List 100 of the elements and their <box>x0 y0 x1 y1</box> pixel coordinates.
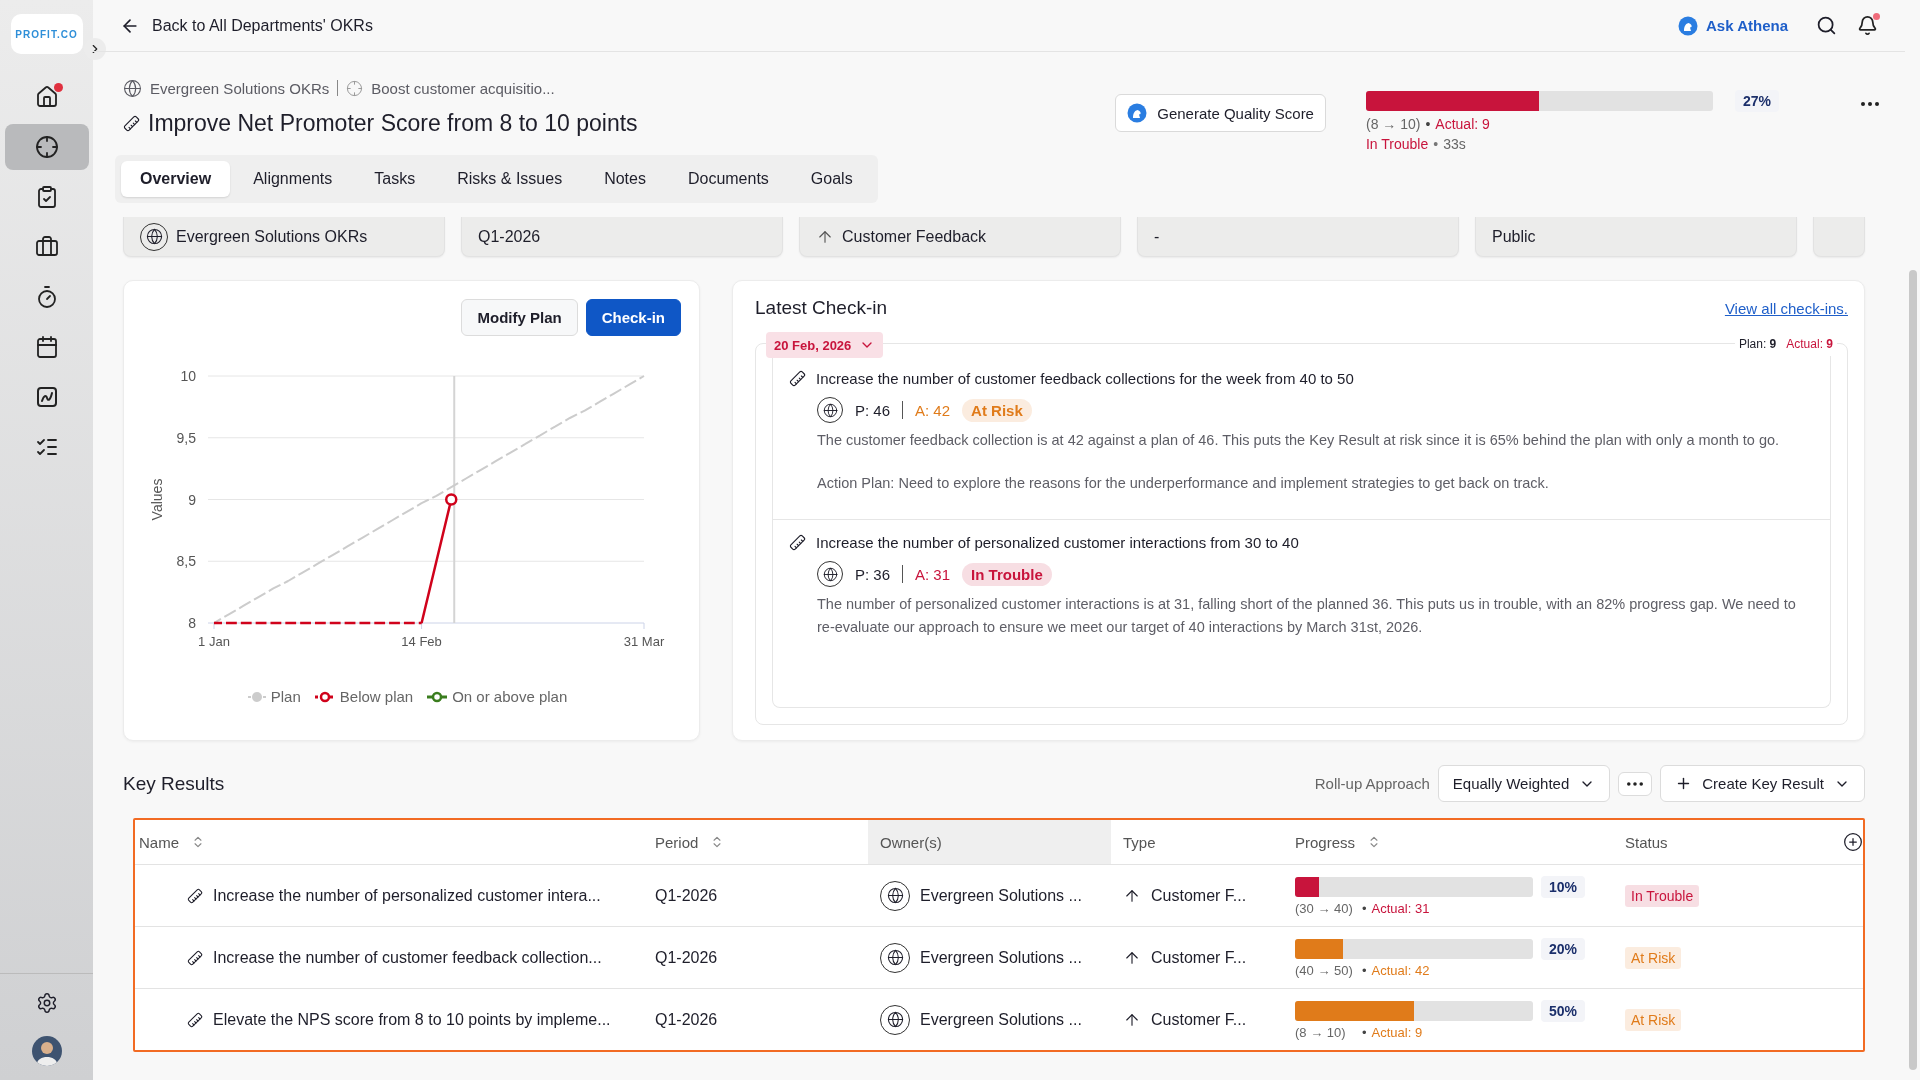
breadcrumb-link[interactable]: Boost customer acquisitio... <box>371 79 555 97</box>
range-text: (8 → 10) <box>1295 1024 1347 1040</box>
column-header[interactable]: Status <box>1613 820 1843 864</box>
table-cell: Evergreen Solutions ... <box>920 886 1082 905</box>
info-text: Customer Feedback <box>842 227 987 246</box>
modify-plan-button[interactable]: Modify Plan <box>461 299 578 336</box>
column-header[interactable]: Owner(s) <box>868 820 1111 864</box>
status-badge: At Risk <box>1625 1008 1682 1031</box>
scrollbar-thumb[interactable] <box>1909 270 1917 1070</box>
actual-value: Actual: 31 <box>1371 900 1430 916</box>
info-text: Evergreen Solutions OKRs <box>176 227 368 246</box>
axis-label: 8 <box>188 615 196 631</box>
table-cell: Customer F... <box>1151 886 1247 905</box>
add-column-icon[interactable] <box>1843 832 1863 852</box>
more-icon <box>1861 102 1879 106</box>
tab[interactable]: Alignments <box>234 161 352 197</box>
back-link[interactable]: Back to All Departments' OKRs <box>152 16 373 35</box>
actual-value: A: 31 <box>915 565 951 583</box>
axis-label: 1 Jan <box>198 634 230 649</box>
status-badge: In Trouble <box>1625 884 1700 907</box>
range-text: (8 → 10) <box>1365 116 1421 132</box>
status-text: In Trouble <box>1365 136 1429 152</box>
more-icon <box>1627 781 1644 786</box>
tab[interactable]: Risks & Issues <box>438 161 582 197</box>
info-text: - <box>1154 227 1160 246</box>
table-cell: Customer F... <box>1151 1010 1247 1029</box>
briefcase-icon <box>34 235 59 259</box>
rollup-label: Roll-up Approach <box>1314 775 1430 792</box>
page-title: Improve Net Promoter Score from 8 to 10 points <box>148 110 638 137</box>
section-title: Latest Check-in <box>755 297 887 319</box>
notification-dot <box>53 83 63 92</box>
check-in-note: Action Plan: Need to explore the reasons for the underperformance and implement strategies to get back on track. <box>817 474 1550 493</box>
actual-value: Actual: 9 <box>1435 116 1490 132</box>
plan-value: Plan: 9 <box>1738 337 1777 351</box>
axis-label: 10 <box>180 368 196 384</box>
separator-dot: • <box>1425 116 1431 132</box>
legend-label: Below plan <box>339 688 414 705</box>
legend-label: Plan <box>270 688 301 705</box>
axis-label: 31 Mar <box>623 634 665 649</box>
tab[interactable]: Goals <box>791 161 872 197</box>
settings-icon[interactable] <box>35 992 58 1014</box>
progress-percent: 10% <box>1541 875 1586 898</box>
ruler-icon <box>789 534 806 551</box>
table-cell: Elevate the NPS score from 8 to 10 points by impleme... <box>213 1010 611 1029</box>
actual-value: Actual: 42 <box>1371 962 1430 978</box>
breadcrumb-link[interactable]: Evergreen Solutions OKRs <box>150 79 330 97</box>
table-cell: Increase the number of customer feedback collection... <box>213 948 602 967</box>
separator-dot: • <box>1362 1024 1367 1040</box>
actual-value: Actual: 9 <box>1371 1024 1423 1040</box>
table-cell: Evergreen Solutions ... <box>920 948 1082 967</box>
separator-dot: • <box>1362 962 1367 978</box>
status-badge: At Risk <box>962 398 1032 422</box>
progress-percent: 50% <box>1541 999 1586 1022</box>
rollup-dropdown[interactable]: Equally Weighted <box>1437 765 1611 802</box>
tab[interactable]: Tasks <box>355 161 435 197</box>
axis-label: 9,5 <box>176 429 196 446</box>
calendar-icon <box>34 335 59 359</box>
column-header[interactable]: Type <box>1111 820 1283 864</box>
ruler-icon <box>187 887 203 904</box>
tab[interactable]: Notes <box>585 161 665 197</box>
trend-chart-icon <box>34 385 59 409</box>
status-badge: At Risk <box>1625 946 1682 969</box>
generate-quality-score-button[interactable]: Generate Quality Score <box>1115 94 1326 132</box>
home-icon <box>34 85 59 109</box>
progress-percent: 20% <box>1541 937 1586 960</box>
ruler-icon <box>789 370 806 387</box>
user-avatar[interactable] <box>31 1036 62 1066</box>
tab[interactable]: Overview <box>121 161 231 197</box>
table-cell: Evergreen Solutions ... <box>920 1010 1082 1029</box>
separator-dot: • <box>1362 900 1367 916</box>
check-in-button[interactable]: Check-in <box>585 299 681 336</box>
nav-item[interactable] <box>4 124 89 170</box>
date-dropdown[interactable]: 20 Feb, 2026 <box>766 332 884 358</box>
target-icon <box>34 135 59 159</box>
separator-dot: • <box>1433 136 1439 152</box>
key-result-title: Increase the number of customer feedback collections for the week from 40 to 50 <box>816 370 1354 387</box>
more-button[interactable] <box>1859 100 1881 108</box>
ruler-icon <box>187 949 203 966</box>
progress-percent: 27% <box>1734 90 1779 112</box>
ask-athena-link[interactable]: Ask Athena <box>1678 15 1788 36</box>
table-cell: Customer F... <box>1151 948 1247 967</box>
tab[interactable]: Documents <box>668 161 788 197</box>
view-all-link[interactable]: View all check-ins. <box>1724 299 1848 317</box>
plan-value: P: 46 <box>855 401 891 419</box>
column-header[interactable]: Progress <box>1283 820 1613 864</box>
ruler-icon <box>187 1011 203 1028</box>
range-text: (40 → 50) <box>1295 962 1354 978</box>
column-header[interactable]: Name <box>135 820 643 864</box>
info-text: Public <box>1492 227 1536 246</box>
table-cell: Q1-2026 <box>655 1010 718 1029</box>
table-cell: Q1-2026 <box>655 948 718 967</box>
range-text: (30 → 40) <box>1295 900 1354 916</box>
create-key-result-button[interactable]: Create Key Result <box>1660 765 1865 802</box>
search-icon[interactable] <box>1816 15 1837 36</box>
column-header[interactable]: Period <box>643 820 868 864</box>
actual-value: A: 42 <box>915 401 951 419</box>
updated-time: 33s <box>1443 136 1466 152</box>
axis-label: 14 Feb <box>401 634 442 649</box>
actual-value: Actual: 9 <box>1786 337 1833 351</box>
section-title: Key Results <box>123 772 225 795</box>
